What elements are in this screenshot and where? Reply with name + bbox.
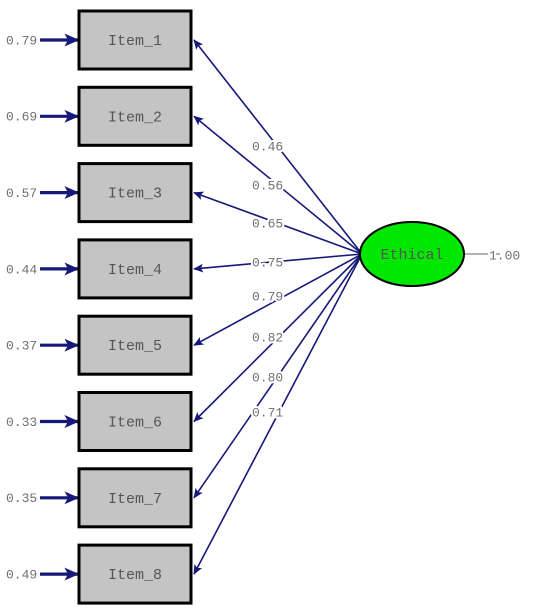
sem-path-diagram: 0.79 0.69 0.57 0.44 0.37 0.33 0.35 0.49 Item_1 I… xyxy=(0,0,535,615)
error-value-item_3: 0.57 xyxy=(6,186,37,201)
loading-labels-layer: 0.460.460.560.560.650.650.750.750.790.79… xyxy=(250,137,285,422)
indicator-item_6[interactable]: Item_6 xyxy=(77,391,193,452)
indicator-item_5[interactable]: Item_5 xyxy=(77,314,193,376)
error-value-item_7: 0.35 xyxy=(6,491,37,506)
indicator-label: Item_7 xyxy=(108,491,162,508)
latent-variable-ethical[interactable]: Ethical xyxy=(359,221,465,287)
indicator-item_8[interactable]: Item_8 xyxy=(77,543,193,605)
indicator-item_1[interactable]: Item_1 xyxy=(77,9,193,71)
latent-variance-group: 1.001.00 xyxy=(464,246,522,265)
error-value-item_8: 0.49 xyxy=(6,568,37,583)
latent-variance-label: 1.00 xyxy=(489,248,520,263)
error-value-item_1: 0.79 xyxy=(6,33,37,48)
indicator-item_3[interactable]: Item_3 xyxy=(77,162,193,224)
path-arrows-layer xyxy=(193,39,363,575)
indicator-label: Item_2 xyxy=(108,109,162,126)
loading-value-item_8: 0.71 xyxy=(252,405,283,420)
error-value-item_4: 0.44 xyxy=(6,262,37,277)
indicator-item_7[interactable]: Item_7 xyxy=(77,467,193,529)
loading-value-item_3: 0.65 xyxy=(252,216,283,231)
indicator-boxes-layer: Item_1 Item_2 Item_3 Item_4 Item_5 Item_6 Item… xyxy=(77,9,193,605)
indicator-label: Item_6 xyxy=(108,414,162,431)
latent-label: Ethical xyxy=(380,247,443,264)
indicator-label: Item_1 xyxy=(108,33,162,50)
loading-value-item_2: 0.56 xyxy=(252,178,283,193)
error-arrows-layer: 0.79 0.69 0.57 0.44 0.37 0.33 0.35 0.49 xyxy=(6,33,80,583)
indicator-label: Item_4 xyxy=(108,262,162,279)
indicator-item_4[interactable]: Item_4 xyxy=(77,238,193,300)
error-value-item_2: 0.69 xyxy=(6,110,37,125)
error-value-item_6: 0.33 xyxy=(6,415,37,430)
indicator-label: Item_8 xyxy=(108,567,162,584)
diagram-canvas: 0.790.690.570.440.370.330.350.49 Item_1I… xyxy=(6,9,522,605)
error-value-item_5: 0.37 xyxy=(6,339,37,354)
loading-value-item_7: 0.80 xyxy=(252,370,283,385)
indicator-label: Item_3 xyxy=(108,186,162,203)
loading-value-item_4: 0.75 xyxy=(252,255,283,270)
indicator-item_2[interactable]: Item_2 xyxy=(77,85,193,147)
loading-value-item_1: 0.46 xyxy=(252,139,283,154)
loading-value-item_6: 0.82 xyxy=(252,330,283,345)
indicator-label: Item_5 xyxy=(108,338,162,355)
loading-value-item_5: 0.79 xyxy=(252,289,283,304)
